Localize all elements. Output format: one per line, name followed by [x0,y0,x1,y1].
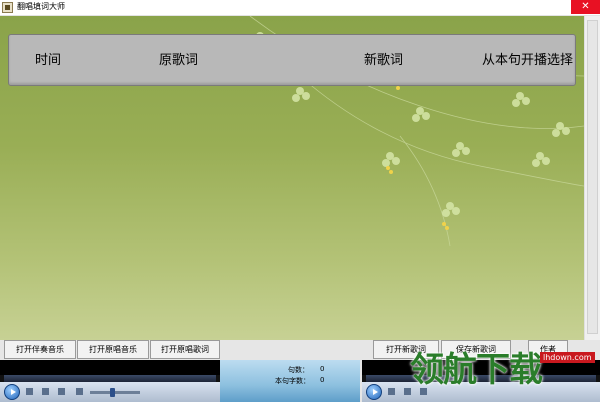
stop-icon[interactable] [26,388,33,395]
previous-icon[interactable] [42,388,49,395]
stop-icon[interactable] [388,388,395,395]
window-title: 翻唱填词大师 [17,2,65,11]
col-new-lyrics[interactable]: 新歌词 [364,49,403,68]
seek-bar[interactable] [4,375,216,382]
col-start-from[interactable]: 从本句开播选择 [482,49,573,68]
play-icon[interactable] [366,384,382,400]
col-time[interactable]: 时间 [35,49,61,68]
open-original-music-button[interactable]: 打开原唱音乐 [77,340,149,359]
scrollbar-thumb[interactable] [587,20,598,334]
sentence-count-label: 句数： [288,366,309,374]
player-controls [0,382,220,402]
volume-slider[interactable] [90,391,140,394]
watermark-text: 领航下载 [410,350,543,390]
col-original-lyrics[interactable]: 原歌词 [159,49,198,68]
lyrics-info: 句数： 0 本句字数： 0 [220,360,360,402]
next-icon[interactable] [58,388,65,395]
char-count-label: 本句字数： [275,377,310,385]
open-accompaniment-button[interactable]: 打开伴奏音乐 [4,340,76,359]
player-screen [0,360,220,375]
volume-knob[interactable] [110,388,115,397]
sentence-count-value: 0 [320,365,325,373]
play-icon[interactable] [4,384,20,400]
open-original-lyrics-button[interactable]: 打开原唱歌词 [150,340,220,359]
volume-icon[interactable] [76,388,83,395]
vertical-scrollbar[interactable] [584,16,600,340]
accompaniment-player[interactable] [0,360,220,402]
lyric-column-header: 时间 原歌词 新歌词 从本句开播选择 [8,34,576,86]
watermark-url: lhdown.com [540,352,595,363]
app-icon [2,2,13,13]
title-bar: 翻唱填词大师 ✕ [0,0,600,16]
close-button[interactable]: ✕ [571,0,600,14]
char-count-value: 0 [320,376,325,384]
